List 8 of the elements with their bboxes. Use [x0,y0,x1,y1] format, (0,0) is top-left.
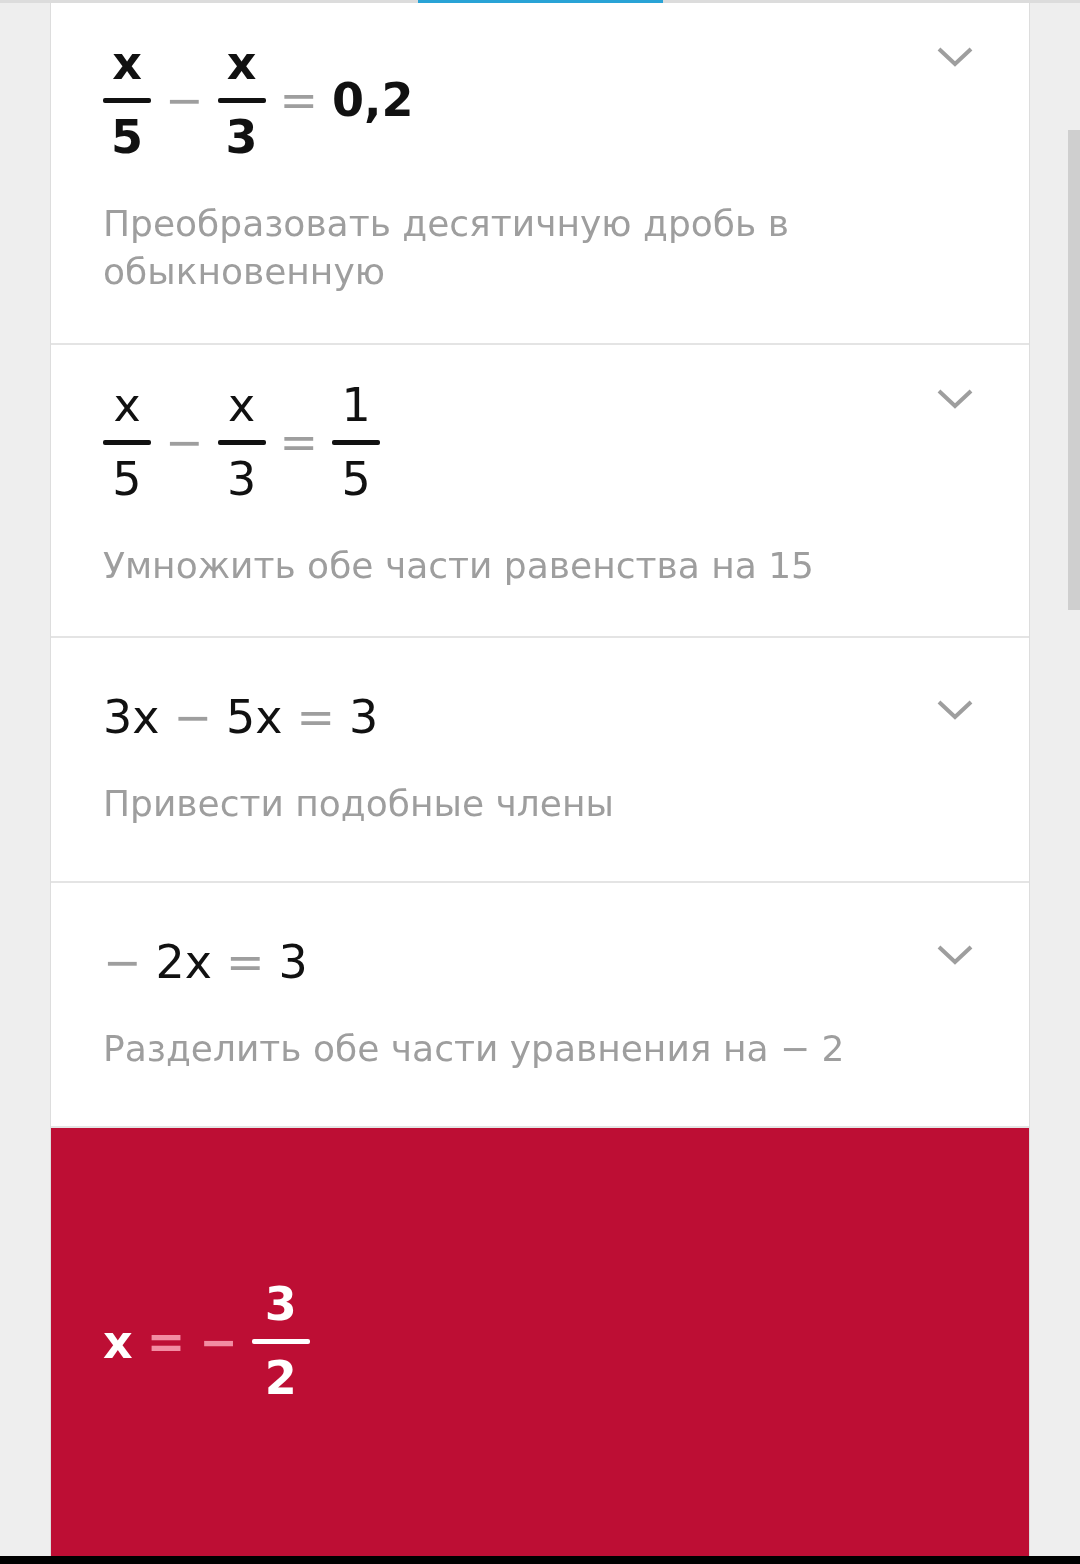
chevron-down-icon[interactable] [936,45,974,69]
step-hint: Разделить обе части уравнения на − 2 [103,1026,846,1071]
step-hint: Привести подобные члены [103,782,615,827]
equation: − 2x = 3 [103,934,308,989]
step-hint: Умножить обе части равенства на 15 [103,543,816,588]
step-hint: Преобразовать десятичную дробь в обыкновенную [103,201,790,295]
equation: 3x − 5x = 3 [103,690,379,745]
scrollbar-thumb[interactable] [1068,130,1080,610]
